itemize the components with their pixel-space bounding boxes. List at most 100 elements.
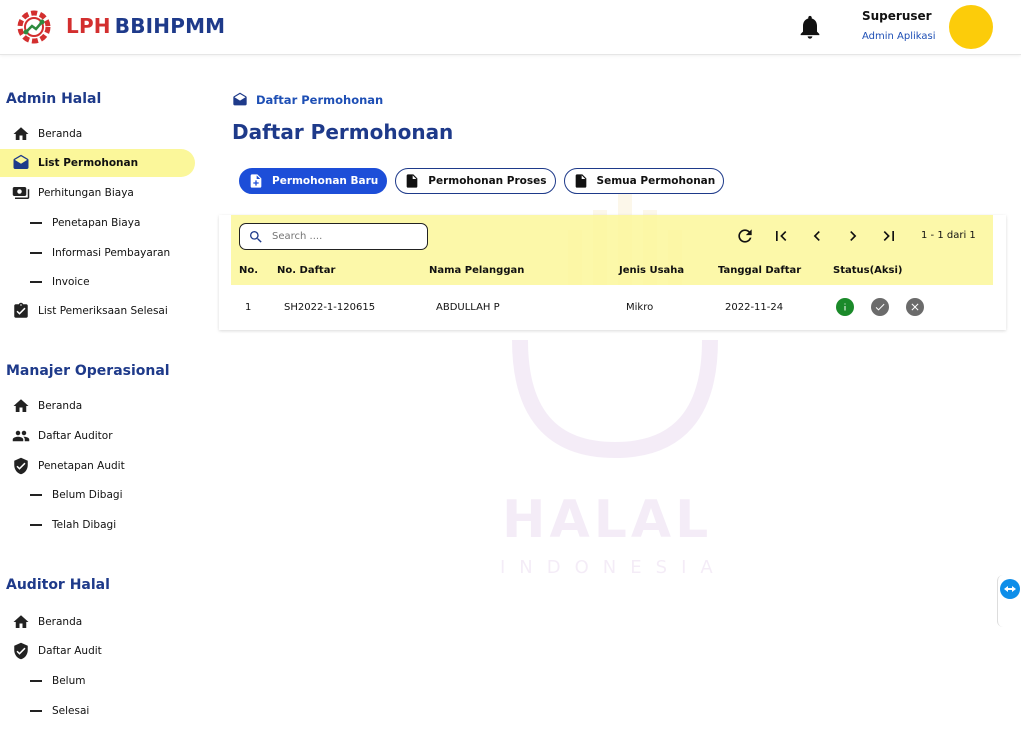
- home-icon: [12, 125, 30, 143]
- sidebar-subitem-selesai[interactable]: Selesai: [0, 697, 195, 725]
- sidebar-subitem-telah-dibagi[interactable]: Telah Dibagi: [0, 511, 195, 539]
- sidebar-item-label: Beranda: [38, 128, 83, 140]
- logo-icon[interactable]: [12, 8, 56, 46]
- column-header-no-daftar: No. Daftar: [277, 265, 336, 276]
- brand-part1: LPH: [66, 14, 111, 38]
- bell-icon[interactable]: [796, 12, 824, 42]
- sidebar-item-daftar-audit[interactable]: Daftar Audit: [0, 637, 195, 665]
- sidebar-subitem-belum-dibagi[interactable]: Belum Dibagi: [0, 481, 195, 509]
- people-icon: [12, 427, 30, 445]
- column-header-nama-pelanggan: Nama Pelanggan: [429, 265, 525, 276]
- file-icon: [404, 173, 420, 189]
- avatar[interactable]: [949, 5, 993, 49]
- sidebar-subitem-belum[interactable]: Belum: [0, 667, 195, 695]
- dash-icon: [30, 281, 42, 283]
- sidebar-subitem-label: Invoice: [52, 276, 90, 288]
- close-icon: [911, 303, 919, 311]
- cell-nama-pelanggan: ABDULLAH P: [436, 302, 500, 313]
- dash-icon: [30, 524, 42, 526]
- sidebar-subitem-penetapan-biaya[interactable]: Penetapan Biaya: [0, 209, 195, 237]
- sidebar-item-label: Perhitungan Biaya: [38, 187, 134, 199]
- money-icon: [12, 184, 30, 202]
- sidebar-subitem-label: Selesai: [52, 705, 90, 717]
- sidebar-item-label: List Pemeriksaan Selesai: [38, 305, 168, 317]
- top-bar: LPH BBIHPMM Superuser Admin Aplikasi: [0, 0, 1021, 55]
- shield-check-icon: [12, 642, 30, 660]
- first-page-icon: [776, 231, 787, 241]
- page-title: Daftar Permohonan: [232, 120, 454, 144]
- dash-icon: [30, 680, 42, 682]
- tab-label: Semua Permohonan: [596, 175, 716, 187]
- sidebar-item-label: Daftar Auditor: [38, 430, 113, 442]
- mail-open-icon: [12, 154, 30, 172]
- sidebar-subitem-label: Informasi Pembayaran: [52, 247, 171, 259]
- info-button[interactable]: [836, 298, 854, 316]
- clipboard-check-icon: [12, 302, 30, 320]
- chevron-left-icon: [813, 231, 820, 241]
- home-icon: [12, 397, 30, 415]
- last-page-icon: [883, 231, 894, 241]
- last-page-button[interactable]: [878, 225, 900, 247]
- file-add-icon: [248, 173, 264, 189]
- pager-info: 1 - 1 dari 1: [921, 230, 976, 241]
- chevron-right-icon: [850, 231, 857, 241]
- remote-support-widget[interactable]: [997, 575, 1021, 627]
- mail-open-icon: [232, 92, 248, 108]
- sidebar-subitem-label: Penetapan Biaya: [52, 217, 141, 229]
- dash-icon: [30, 222, 42, 224]
- search-icon: [248, 229, 264, 245]
- watermark-text-halal: HALAL: [502, 490, 713, 550]
- tab-permohonan-proses[interactable]: Permohonan Proses: [395, 168, 556, 194]
- user-name: Superuser: [862, 9, 932, 23]
- sidebar-item-penetapan-audit[interactable]: Penetapan Audit: [0, 452, 195, 480]
- refresh-button[interactable]: [734, 225, 756, 247]
- brand-name[interactable]: LPH BBIHPMM: [66, 14, 225, 38]
- search-input[interactable]: [272, 231, 412, 242]
- reject-button[interactable]: [906, 298, 924, 316]
- cell-no: 1: [245, 302, 252, 313]
- section-title-auditor-halal: Auditor Halal: [6, 577, 110, 593]
- next-page-button[interactable]: [842, 225, 864, 247]
- sidebar-item-beranda[interactable]: Beranda: [0, 120, 195, 148]
- search-box[interactable]: [239, 223, 428, 250]
- sidebar-subitem-informasi-pembayaran[interactable]: Informasi Pembayaran: [0, 239, 195, 267]
- file-icon: [573, 173, 589, 189]
- sidebar-subitem-label: Belum Dibagi: [52, 489, 123, 501]
- tab-label: Permohonan Baru: [272, 175, 379, 187]
- sidebar-subitem-invoice[interactable]: Invoice: [0, 268, 195, 296]
- sidebar-item-label: Beranda: [38, 616, 83, 628]
- sidebar-item-label: Beranda: [38, 400, 83, 412]
- column-header-status-aksi: Status(Aksi): [833, 265, 903, 276]
- sidebar: Admin Halal Beranda List Permohonan Perh…: [0, 56, 206, 743]
- tab-semua-permohonan[interactable]: Semua Permohonan: [563, 168, 725, 194]
- breadcrumb[interactable]: Daftar Permohonan: [232, 92, 383, 108]
- home-icon: [12, 613, 30, 631]
- sidebar-item-list-permohonan[interactable]: List Permohonan: [0, 149, 195, 177]
- table-row: 1 SH2022-1-120615 ABDULLAH P Mikro 2022-…: [219, 285, 1006, 330]
- column-header-tanggal-daftar: Tanggal Daftar: [718, 265, 802, 276]
- sidebar-subitem-label: Telah Dibagi: [52, 519, 117, 531]
- sidebar-item-list-pemeriksaan-selesai[interactable]: List Pemeriksaan Selesai: [0, 297, 195, 325]
- prev-page-button[interactable]: [806, 225, 828, 247]
- section-title-manajer-operasional: Manajer Operasional: [6, 363, 170, 379]
- sidebar-item-label: Daftar Audit: [38, 645, 102, 657]
- sidebar-item-beranda-mo[interactable]: Beranda: [0, 392, 195, 420]
- dash-icon: [30, 494, 42, 496]
- teamviewer-icon: [1000, 579, 1020, 599]
- sidebar-item-label: List Permohonan: [38, 157, 139, 169]
- tab-bar: Permohonan Baru Permohonan Proses Semua …: [239, 168, 725, 194]
- brand-part2: BBIHPMM: [114, 14, 226, 38]
- sidebar-item-beranda-ah[interactable]: Beranda: [0, 608, 195, 636]
- dash-icon: [30, 252, 42, 254]
- breadcrumb-label: Daftar Permohonan: [256, 93, 384, 107]
- dash-icon: [30, 710, 42, 712]
- tab-permohonan-baru[interactable]: Permohonan Baru: [239, 168, 388, 194]
- first-page-button[interactable]: [770, 225, 792, 247]
- sidebar-item-perhitungan-biaya[interactable]: Perhitungan Biaya: [0, 179, 195, 207]
- tab-label: Permohonan Proses: [428, 175, 547, 187]
- column-header-no: No.: [239, 265, 259, 276]
- sidebar-item-daftar-auditor[interactable]: Daftar Auditor: [0, 422, 195, 450]
- sidebar-subitem-label: Belum: [52, 675, 86, 687]
- approve-button[interactable]: [871, 298, 889, 316]
- info-icon: [844, 303, 846, 311]
